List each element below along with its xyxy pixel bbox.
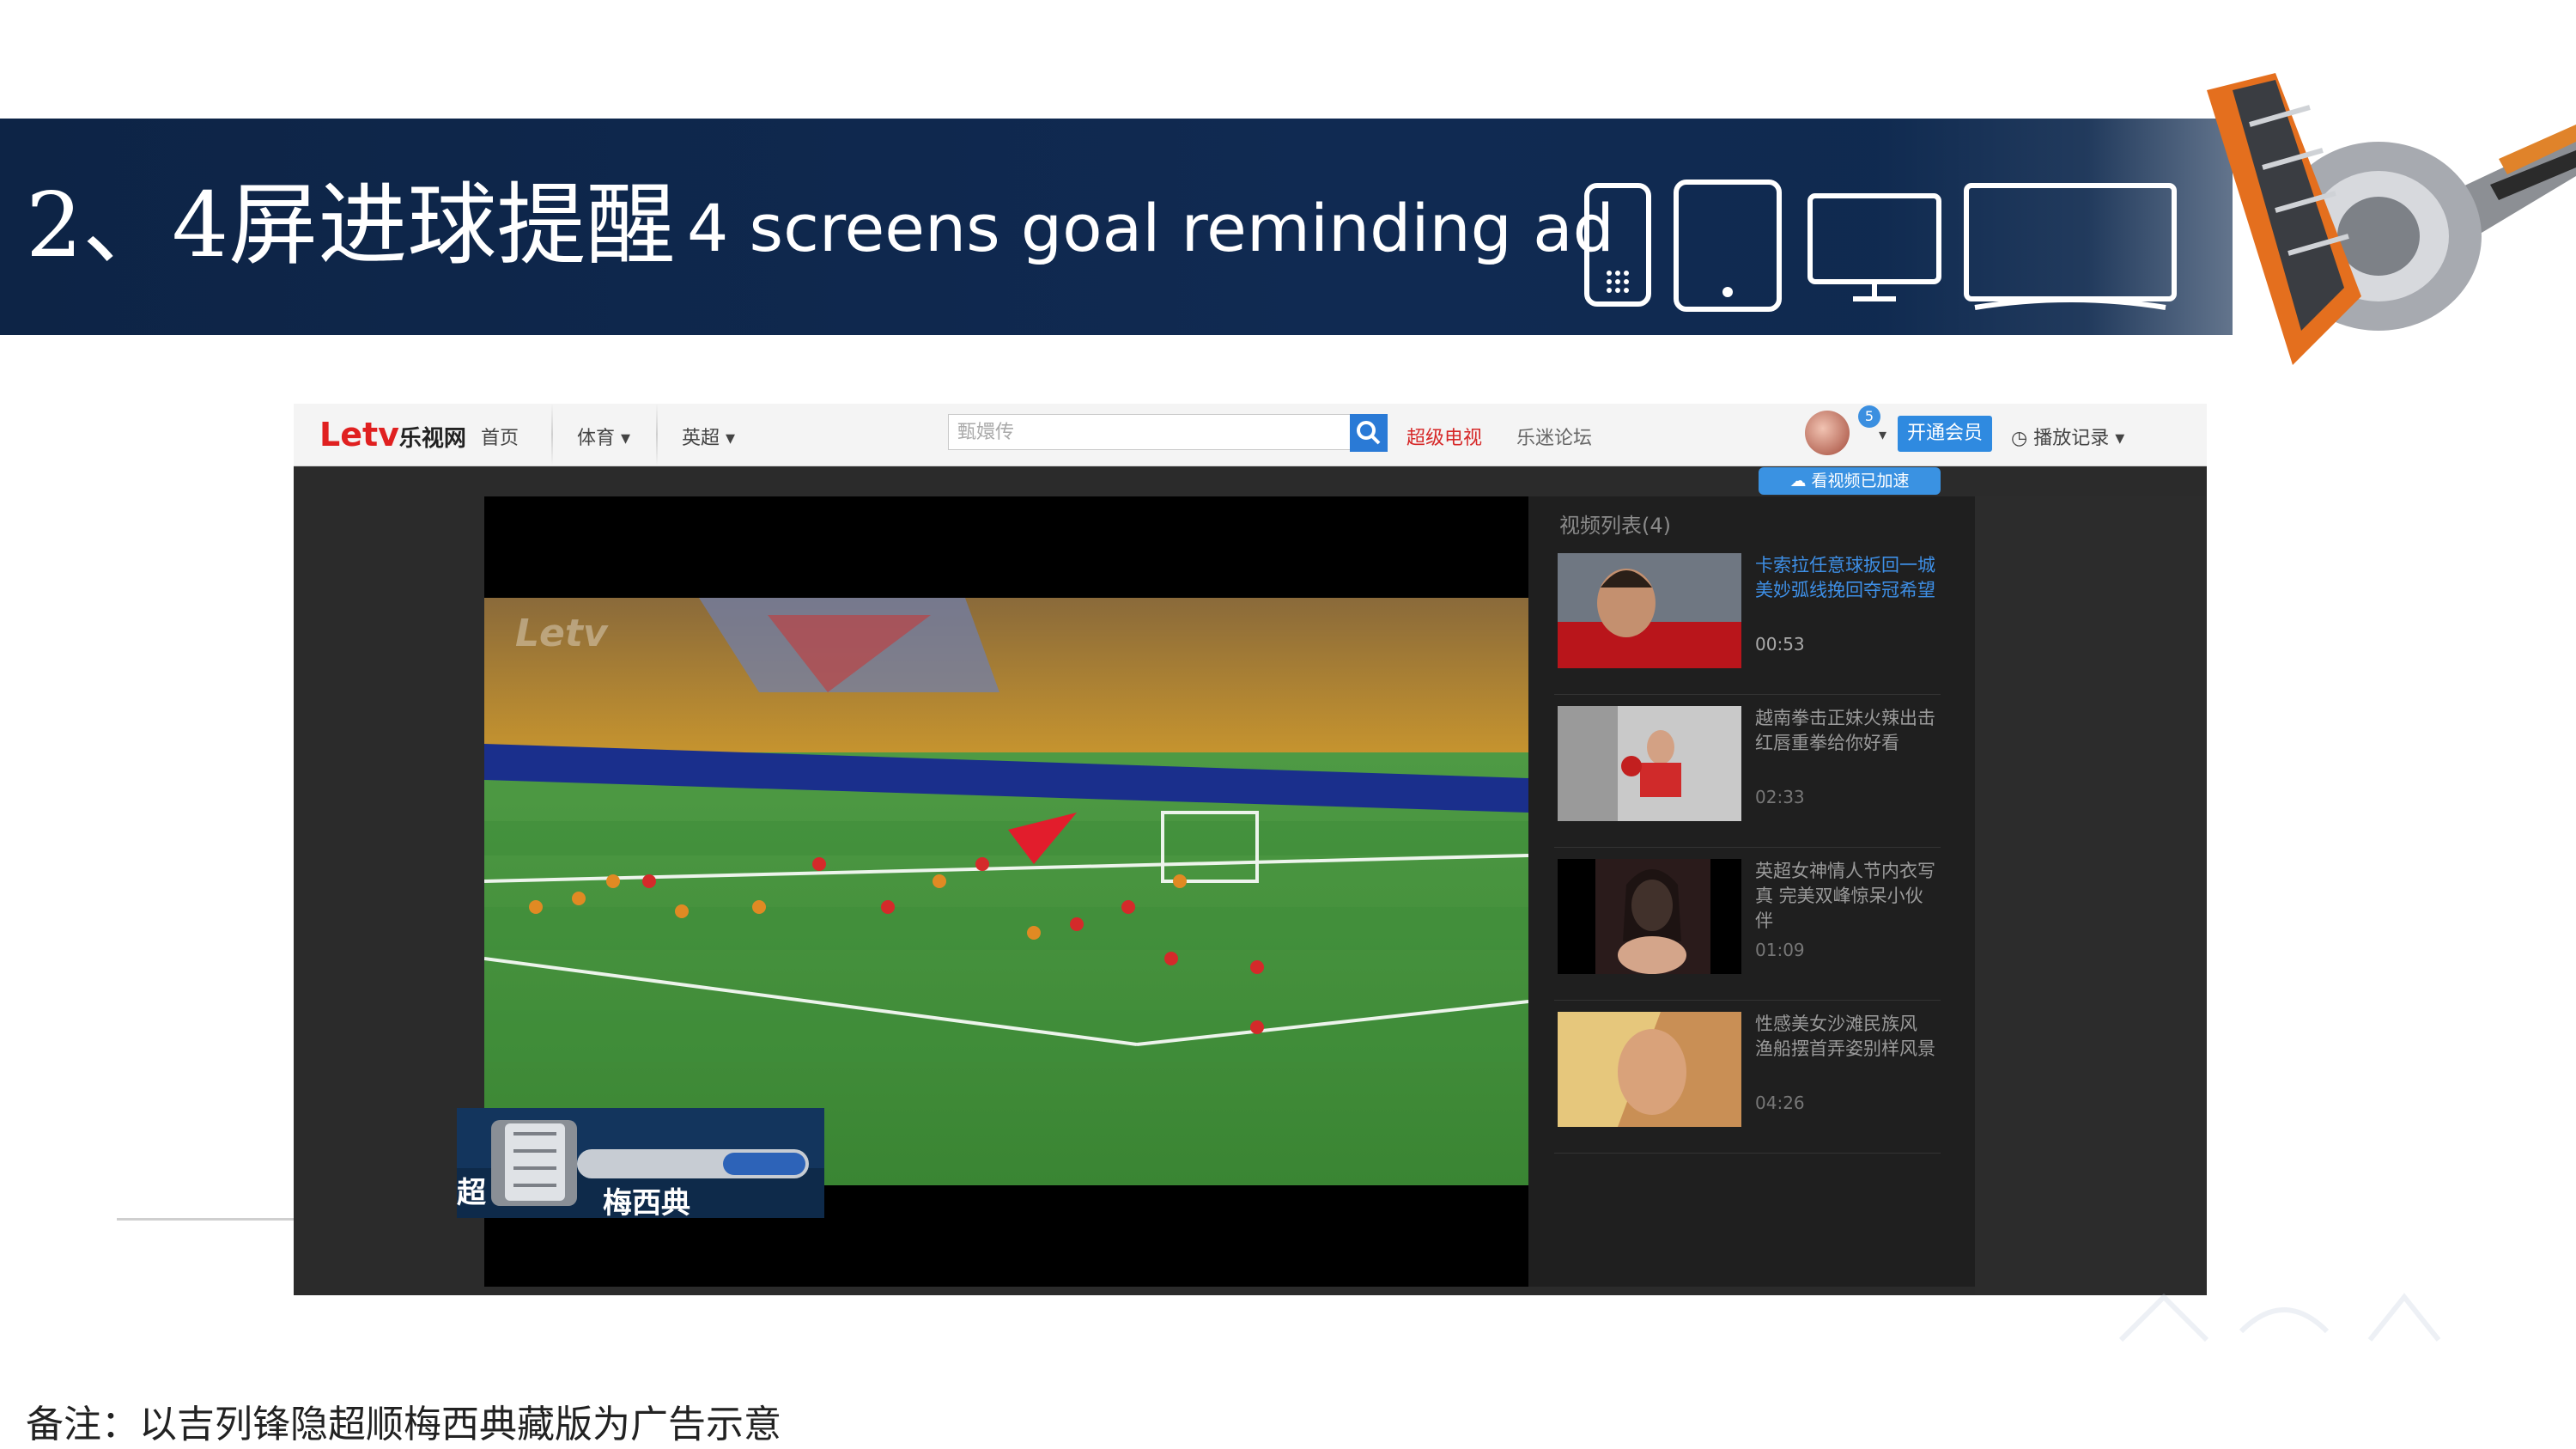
player-thumbnail — [1558, 553, 1741, 668]
super-tv-link[interactable]: 超级电视 — [1406, 423, 1482, 450]
logo-letters: Letv — [319, 416, 399, 454]
playlist-title: 视频列表(4) — [1559, 514, 1671, 538]
playlist-item[interactable]: 卡索拉任意球扳回一城 美妙弧线挽回夺冠希望 00:53 — [1554, 541, 1941, 695]
tv-icon — [1964, 183, 2177, 310]
nav-premier-league-label: 英超 — [682, 428, 720, 449]
playlist-panel: 视频列表(4) 卡索拉任意球扳回一城 美妙弧线挽回夺冠希望 00:53 越南拳击… — [1528, 496, 1975, 1287]
nav-sports[interactable]: 体育 ▾ — [577, 423, 630, 450]
history-label: 播放记录 — [2033, 428, 2110, 449]
razor-handle-image — [2207, 73, 2576, 365]
device-icons — [1584, 180, 2177, 312]
nav-premier-league[interactable]: 英超 ▾ — [682, 423, 735, 450]
playlist-item[interactable]: 越南拳击正妹火辣出击 红唇重拳给你好看 02:33 — [1554, 694, 1941, 848]
footnote: 备注：以吉列锋隐超顺梅西典藏版为广告示意 — [26, 1403, 781, 1446]
item-title[interactable]: 越南拳击正妹火辣出击 红唇重拳给你好看 — [1755, 706, 1935, 756]
svg-text:梅西典: 梅西典 — [603, 1186, 690, 1218]
search-icon — [1357, 421, 1381, 445]
item-duration: 04:26 — [1755, 1093, 1805, 1113]
model-thumbnail — [1558, 859, 1741, 974]
svg-text:超: 超 — [457, 1176, 487, 1210]
thumbnail-image[interactable] — [1558, 553, 1741, 668]
nav-home[interactable]: 首页 — [481, 423, 519, 450]
search-input[interactable]: 甄嬛传 — [948, 414, 1358, 450]
acceleration-tip-text: 看视频已加速 — [1811, 472, 1910, 490]
thumbnail-image[interactable] — [1558, 706, 1741, 821]
cloud-icon: ☁ — [1789, 472, 1807, 490]
item-duration: 02:33 — [1755, 787, 1805, 807]
video-frame[interactable]: Letv — [484, 598, 1528, 1185]
slide-title-zh: 2、4屏进球提醒 — [26, 173, 676, 277]
acceleration-tip: ☁ 看视频已加速 — [1759, 467, 1941, 495]
desktop-monitor-icon — [1807, 193, 1941, 301]
search-button[interactable] — [1350, 414, 1388, 452]
boxer-thumbnail — [1558, 706, 1741, 821]
item-title[interactable]: 性感美女沙滩民族风 渔船摆首弄姿别样风景 — [1755, 1012, 1935, 1062]
chevron-down-icon[interactable]: ▾ — [1879, 426, 1886, 444]
vip-button[interactable]: 开通会员 — [1898, 416, 1992, 452]
beach-thumbnail — [1558, 1012, 1741, 1127]
decorative-line — [117, 1218, 294, 1221]
chevron-down-icon: ▾ — [621, 428, 631, 449]
notification-badge[interactable]: 5 — [1858, 405, 1880, 428]
letv-logo[interactable]: Letv乐视网 — [319, 416, 466, 454]
nav-divider — [551, 404, 553, 466]
clock-icon: ◷ — [2011, 428, 2028, 449]
thumbnail-image[interactable] — [1558, 1012, 1741, 1127]
football-match-image — [484, 598, 1528, 1185]
chevron-down-icon: ▾ — [726, 428, 736, 449]
playlist-item[interactable]: 英超女神情人节内衣写真 完美双峰惊呆小伙伴 01:09 — [1554, 847, 1941, 1001]
thumbnail-image[interactable] — [1558, 859, 1741, 974]
razor-ad-image: 超 梅西典 — [457, 1108, 824, 1218]
logo-cn: 乐视网 — [398, 426, 466, 452]
slide-title-en: 4 screens goal reminding ad — [687, 190, 1614, 266]
letv-watermark: Letv — [515, 612, 608, 655]
playlist-item[interactable]: 性感美女沙滩民族风 渔船摆首弄姿别样风景 04:26 — [1554, 1000, 1941, 1154]
page-background-right — [1975, 496, 2207, 1295]
item-title[interactable]: 卡索拉任意球扳回一城 美妙弧线挽回夺冠希望 — [1755, 553, 1935, 603]
item-title[interactable]: 英超女神情人节内衣写真 完美双峰惊呆小伙伴 — [1755, 859, 1935, 934]
user-avatar[interactable] — [1805, 411, 1850, 455]
faint-watermark-graphic — [2118, 1293, 2441, 1342]
forum-link[interactable]: 乐迷论坛 — [1516, 423, 1592, 450]
item-duration: 00:53 — [1755, 634, 1805, 654]
goal-reminder-ad[interactable]: 超 梅西典 — [457, 1108, 824, 1218]
chevron-down-icon: ▾ — [2115, 428, 2125, 449]
nav-divider — [656, 404, 658, 466]
history-menu[interactable]: ◷ 播放记录 ▾ — [2011, 423, 2124, 450]
nav-sports-label: 体育 — [577, 428, 616, 449]
item-duration: 01:09 — [1755, 940, 1805, 960]
top-navigation-bar: Letv乐视网 首页 体育 ▾ 英超 ▾ 甄嬛传 超级电视 乐迷论坛 5 ▾ 开… — [294, 404, 2207, 466]
smartphone-icon — [1584, 183, 1651, 307]
tablet-icon — [1674, 180, 1782, 312]
